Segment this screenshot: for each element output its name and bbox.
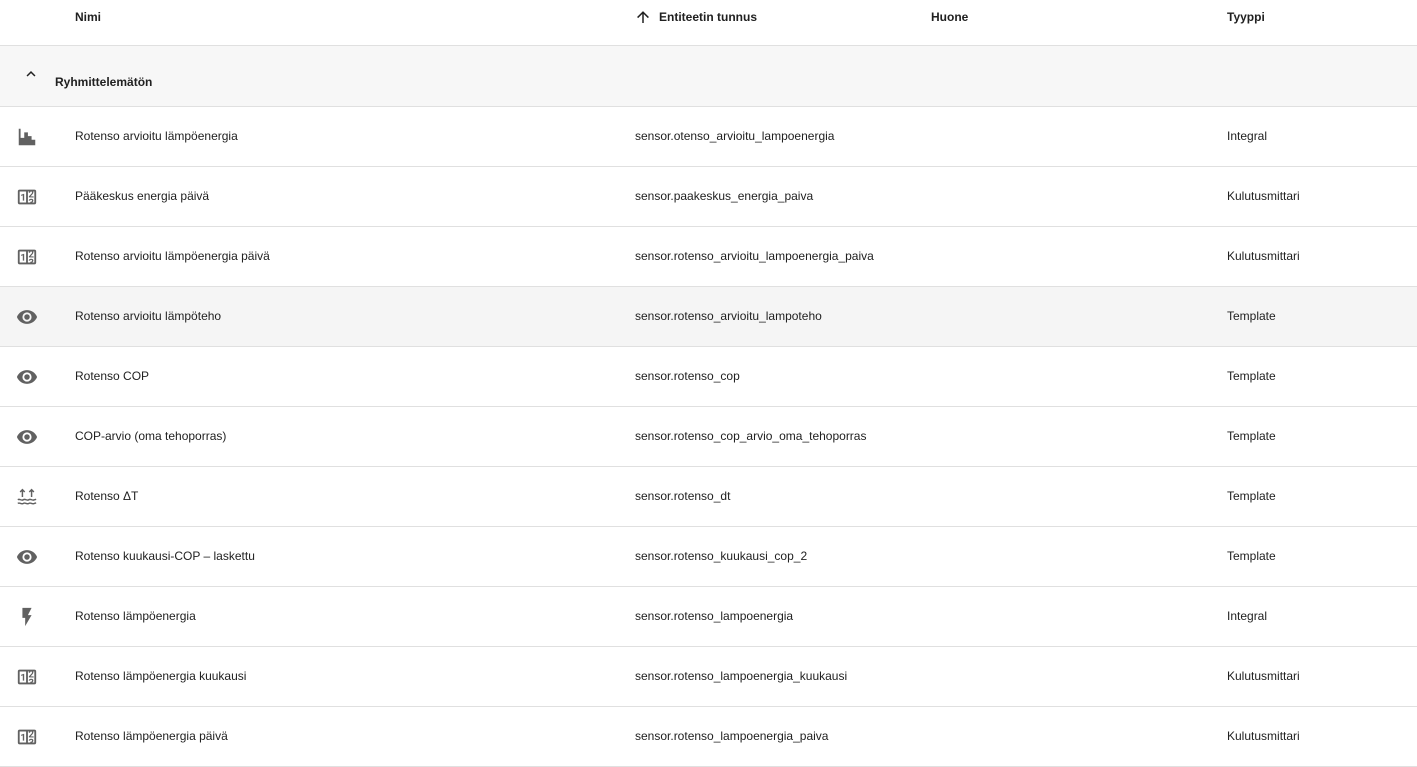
cell-entity-id: sensor.rotenso_arvioitu_lampoteho [635, 309, 822, 323]
cell-type: Integral [1227, 609, 1268, 623]
eye-icon [16, 426, 38, 448]
cell-name: Rotenso arvioitu lämpöenergia päivä [75, 249, 270, 263]
column-header-entity-id[interactable]: Entiteetin tunnus [634, 0, 757, 34]
cell-type: Kulutusmittari [1227, 189, 1300, 203]
cell-entity-id: sensor.rotenso_arvioitu_lampoenergia_pai… [635, 249, 874, 263]
cell-entity-id: sensor.rotenso_cop [635, 369, 740, 383]
cell-entity-id: sensor.otenso_arvioitu_lampoenergia [635, 129, 835, 143]
table-row[interactable]: Rotenso arvioitu lämpöenergia päivä sens… [0, 227, 1417, 287]
cell-name: Rotenso lämpöenergia päivä [75, 729, 228, 743]
table-row[interactable]: Rotenso lämpöenergia sensor.rotenso_lamp… [0, 587, 1417, 647]
counter-icon [16, 246, 38, 268]
table-row[interactable]: Rotenso arvioitu lämpöenergia sensor.ote… [0, 107, 1417, 167]
eye-icon [16, 546, 38, 568]
cell-type: Template [1227, 369, 1276, 383]
cell-name: Pääkeskus energia päivä [75, 189, 210, 203]
flash-icon [16, 606, 38, 628]
cell-entity-id: sensor.rotenso_kuukausi_cop_2 [635, 549, 808, 563]
counter-icon [16, 666, 38, 688]
table-row[interactable]: Pääkeskus energia päivä sensor.paakeskus… [0, 167, 1417, 227]
cell-type: Integral [1227, 129, 1268, 143]
table-body: Rotenso arvioitu lämpöenergia sensor.ote… [0, 107, 1417, 767]
column-header-type[interactable]: Tyyppi [1227, 0, 1265, 34]
eye-icon [16, 306, 38, 328]
cell-entity-id: sensor.rotenso_lampoenergia_kuukausi [635, 669, 848, 683]
table-row[interactable]: Rotenso lämpöenergia päivä sensor.rotens… [0, 707, 1417, 767]
chevron-up-icon[interactable] [22, 65, 40, 83]
cell-name: Rotenso arvioitu lämpöteho [75, 309, 222, 323]
arrow-up-icon [637, 11, 649, 23]
eye-icon [16, 366, 38, 388]
cell-type: Template [1227, 489, 1276, 503]
chart-histogram-icon [16, 126, 38, 148]
cell-name: Rotenso COP [75, 369, 150, 383]
table-row[interactable]: Rotenso kuukausi-COP – laskettu sensor.r… [0, 527, 1417, 587]
table-row[interactable]: Rotenso ΔT sensor.rotenso_dt Template [0, 467, 1417, 527]
group-header[interactable]: Ryhmittelemätön [0, 46, 1417, 107]
column-header-entity-id-label: Entiteetin tunnus [659, 10, 757, 24]
table-row[interactable]: Rotenso lämpöenergia kuukausi sensor.rot… [0, 647, 1417, 707]
cell-type: Template [1227, 549, 1276, 563]
cell-entity-id: sensor.rotenso_dt [635, 489, 731, 503]
counter-icon [16, 726, 38, 748]
cell-type: Kulutusmittari [1227, 669, 1300, 683]
table-row[interactable]: Rotenso arvioitu lämpöteho sensor.rotens… [0, 287, 1417, 347]
counter-icon [16, 186, 38, 208]
cell-type: Kulutusmittari [1227, 249, 1300, 263]
cell-entity-id: sensor.paakeskus_energia_paiva [635, 189, 814, 203]
cell-entity-id: sensor.rotenso_lampoenergia_paiva [635, 729, 829, 743]
cell-name: Rotenso ΔT [75, 489, 139, 503]
cell-name: Rotenso kuukausi-COP – laskettu [75, 549, 255, 563]
cell-type: Template [1227, 429, 1276, 443]
cell-name: Rotenso lämpöenergia kuukausi [75, 669, 247, 683]
table-header: Nimi Entiteetin tunnus Huone Tyyppi [0, 0, 1417, 46]
cell-entity-id: sensor.rotenso_lampoenergia [635, 609, 794, 623]
entities-table: Nimi Entiteetin tunnus Huone Tyyppi Ryhm… [0, 0, 1417, 767]
column-header-name[interactable]: Nimi [75, 0, 101, 34]
cell-name: Rotenso arvioitu lämpöenergia [75, 129, 238, 143]
table-row[interactable]: COP-arvio (oma tehoporras) sensor.rotens… [0, 407, 1417, 467]
cell-name: COP-arvio (oma tehoporras) [75, 429, 227, 443]
cell-entity-id: sensor.rotenso_cop_arvio_oma_tehoporras [635, 429, 867, 443]
heat-wave-icon [16, 486, 38, 508]
cell-type: Kulutusmittari [1227, 729, 1300, 743]
cell-name: Rotenso lämpöenergia [75, 609, 196, 623]
column-header-area[interactable]: Huone [931, 0, 968, 34]
table-row[interactable]: Rotenso COP sensor.rotenso_cop Template [0, 347, 1417, 407]
cell-type: Template [1227, 309, 1276, 323]
